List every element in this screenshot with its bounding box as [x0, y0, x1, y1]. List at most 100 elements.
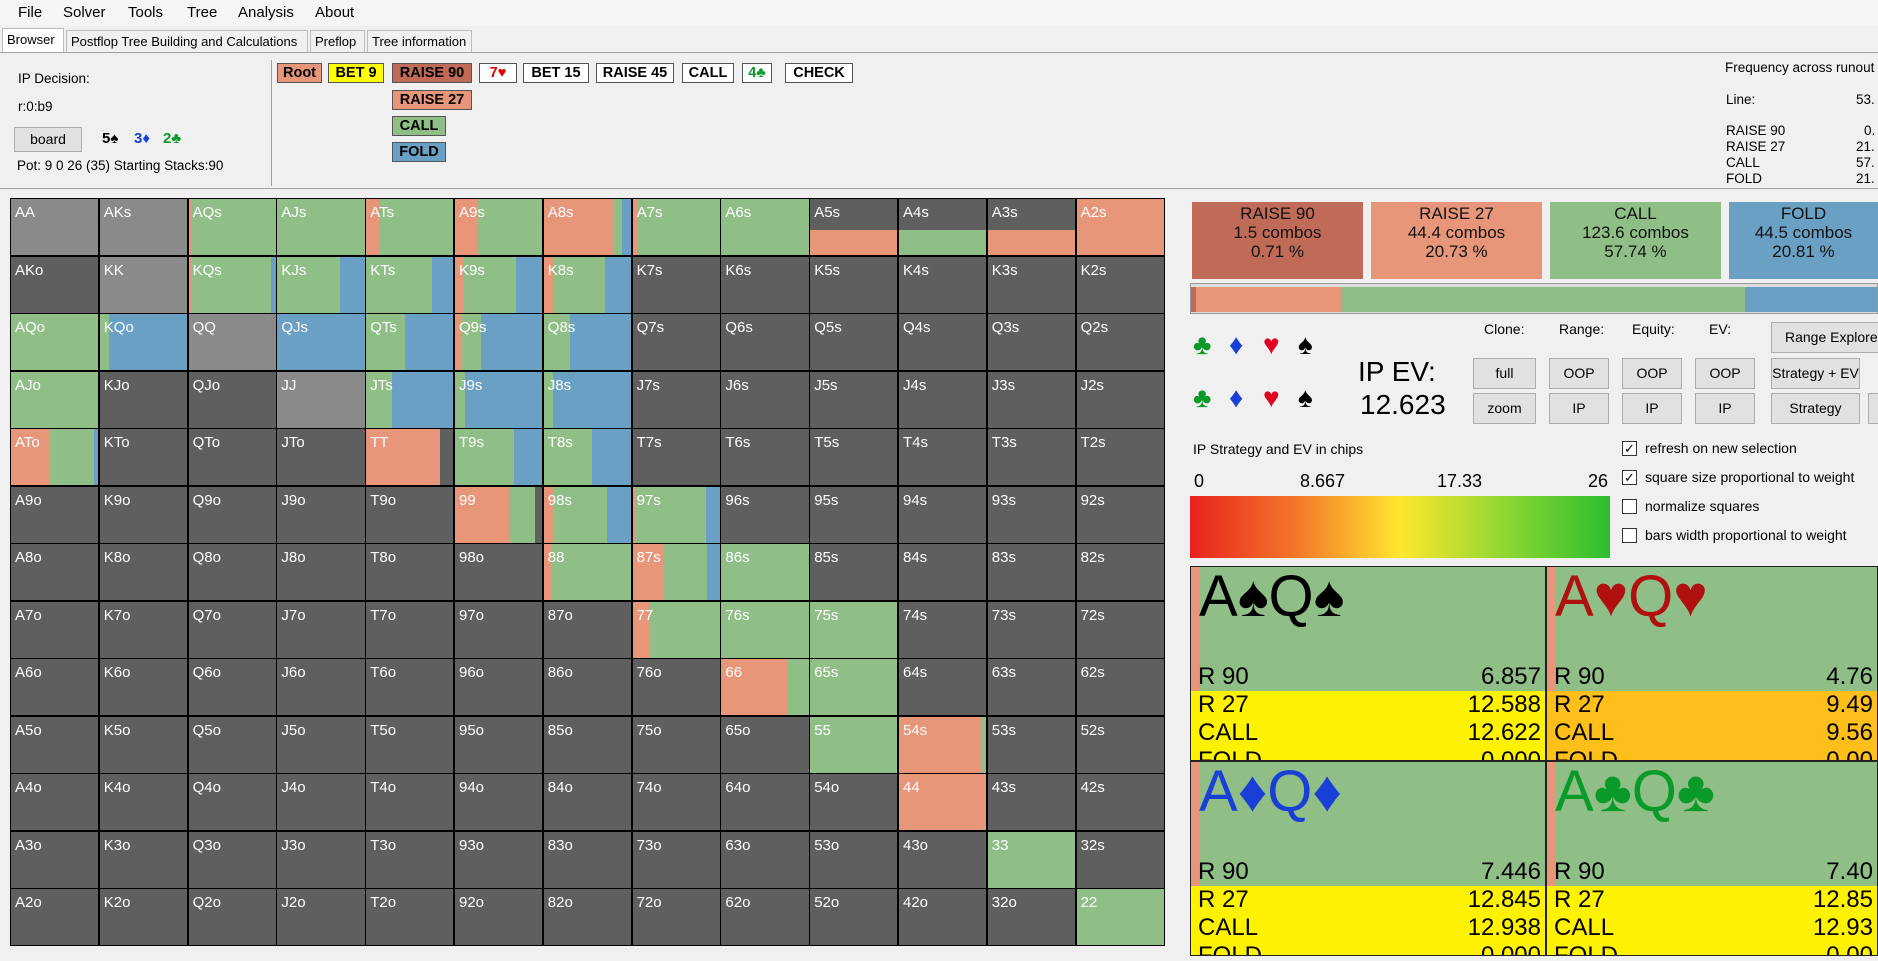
hand-cell[interactable]: 72s	[1076, 601, 1164, 658]
hand-cell[interactable]: 32o	[987, 889, 1076, 945]
option-checkbox[interactable]	[1622, 499, 1637, 514]
hand-cell[interactable]: 98o	[455, 544, 543, 600]
menu-tools[interactable]: Tools	[128, 4, 163, 21]
tab-browser[interactable]: Browser	[2, 28, 64, 52]
hand-cell[interactable]: J7o	[277, 601, 365, 658]
hand-cell[interactable]: Q9s	[455, 314, 543, 370]
hand-cell[interactable]: Q9o	[188, 486, 276, 543]
suit-filter-icon[interactable]: ♦	[1229, 384, 1243, 412]
hand-cell[interactable]: Q6o	[188, 659, 276, 715]
hand-cell[interactable]: T3o	[366, 831, 454, 888]
tree-node-raise45[interactable]: RAISE 45	[596, 63, 674, 83]
hand-cell[interactable]: 43s	[987, 774, 1076, 830]
hand-cell[interactable]: K2s	[1076, 256, 1164, 313]
hand-cell[interactable]: J6o	[277, 659, 365, 715]
hand-cell[interactable]: 92o	[455, 889, 543, 945]
menu-tree[interactable]: Tree	[187, 4, 217, 21]
hand-cell[interactable]: Q2o	[188, 889, 276, 945]
hand-cell[interactable]: 64o	[721, 774, 809, 830]
hand-cell[interactable]: T3s	[987, 429, 1076, 485]
hand-cell[interactable]: 86o	[543, 659, 632, 715]
hand-cell[interactable]: 87o	[543, 601, 632, 658]
hand-cell[interactable]: 65o	[721, 716, 809, 773]
suit-filter-icon[interactable]: ♠	[1298, 384, 1313, 412]
hand-cell[interactable]: J3s	[987, 371, 1076, 428]
hand-cell[interactable]: 32s	[1076, 831, 1164, 888]
hand-cell[interactable]: K7o	[99, 601, 188, 658]
hand-cell[interactable]: 83o	[543, 831, 632, 888]
hand-cell[interactable]: AQo	[11, 314, 99, 370]
hand-cell[interactable]: 82o	[543, 889, 632, 945]
hand-cell[interactable]: A8o	[11, 544, 99, 600]
hand-cell[interactable]: K4s	[899, 256, 987, 313]
hand-cell[interactable]: 54o	[810, 774, 898, 830]
hand-cell[interactable]: 97o	[455, 601, 543, 658]
hand-cell[interactable]: T4s	[899, 429, 987, 485]
hand-cell[interactable]: KTs	[366, 256, 454, 313]
child-raise27[interactable]: RAISE 27	[392, 90, 472, 110]
hand-cell[interactable]: 83s	[987, 544, 1076, 600]
hand-cell[interactable]: K3o	[99, 831, 188, 888]
suit-filter-icon[interactable]: ♥	[1263, 331, 1280, 359]
hand-cell[interactable]: K5s	[810, 256, 898, 313]
hand-cell[interactable]: A7o	[11, 601, 99, 658]
hand-cell[interactable]: 53o	[810, 831, 898, 888]
menu-analysis[interactable]: Analysis	[238, 4, 294, 21]
hand-cell[interactable]: A3o	[11, 831, 99, 888]
tree-node-root[interactable]: Root	[277, 63, 322, 83]
hand-cell[interactable]: A4o	[11, 774, 99, 830]
hand-cell[interactable]: 54s	[899, 716, 987, 773]
hand-cell[interactable]: J2o	[277, 889, 365, 945]
hand-cell[interactable]: JTs	[366, 371, 454, 428]
hand-cell[interactable]: K9o	[99, 486, 188, 543]
menu-file[interactable]: File	[18, 4, 42, 21]
hand-cell[interactable]: A9s	[455, 199, 543, 255]
suit-filter-icon[interactable]: ♥	[1263, 384, 1280, 412]
option-checkbox[interactable]: ✓	[1622, 441, 1637, 456]
hand-cell[interactable]: 93o	[455, 831, 543, 888]
hand-cell[interactable]: T8o	[366, 544, 454, 600]
ev-oop-button[interactable]: OOP	[1695, 358, 1755, 389]
tab-preflop[interactable]: Preflop	[310, 30, 365, 52]
hand-cell[interactable]: A9o	[11, 486, 99, 543]
combo-panel[interactable]: A♥Q♥ R 90 4.76 R 27 9.49 CALL 9.56 FOLD 0.00	[1546, 566, 1878, 761]
hand-cell[interactable]: Q7s	[632, 314, 720, 370]
hand-cell[interactable]: 92s	[1076, 486, 1164, 543]
hand-cell[interactable]: J7s	[632, 371, 720, 428]
hand-cell[interactable]: T2o	[366, 889, 454, 945]
child-call[interactable]: CALL	[392, 116, 446, 136]
tree-node-river-card[interactable]: 4♣	[742, 63, 772, 83]
strategy-button[interactable]: Strategy	[1771, 393, 1860, 424]
hand-cell[interactable]: 86s	[721, 544, 809, 600]
hand-cell[interactable]: K5o	[99, 716, 188, 773]
action-summary-box[interactable]: RAISE 27 44.4 combos 20.73 %	[1371, 202, 1542, 279]
hand-cell[interactable]: 95o	[455, 716, 543, 773]
range-oop-button[interactable]: OOP	[1549, 358, 1609, 389]
hand-cell[interactable]: A5s	[810, 199, 898, 255]
hand-cell[interactable]: KTo	[99, 429, 188, 485]
hand-cell[interactable]: 76o	[632, 659, 720, 715]
hand-cell[interactable]: 62o	[721, 889, 809, 945]
hand-cell[interactable]: Q7o	[188, 601, 276, 658]
hand-cell[interactable]: AKo	[11, 256, 99, 313]
hand-cell[interactable]: 97s	[632, 486, 720, 543]
tree-node-call[interactable]: CALL	[682, 63, 734, 83]
hand-cell[interactable]: A4s	[899, 199, 987, 255]
hand-cell[interactable]: 85o	[543, 716, 632, 773]
hand-cell[interactable]: T5o	[366, 716, 454, 773]
hand-cell[interactable]: KK	[99, 256, 188, 313]
ev-ip-button[interactable]: IP	[1695, 393, 1755, 424]
hand-cell[interactable]: K4o	[99, 774, 188, 830]
option-checkbox[interactable]	[1622, 528, 1637, 543]
hand-cell[interactable]: 84o	[543, 774, 632, 830]
combo-panel[interactable]: A♣Q♣ R 90 7.40 R 27 12.85 CALL 12.93 FOLD 0.00	[1546, 761, 1878, 956]
hand-cell[interactable]: 73s	[987, 601, 1076, 658]
hand-cell[interactable]: A2o	[11, 889, 99, 945]
hand-cell[interactable]: T5s	[810, 429, 898, 485]
hand-cell[interactable]: Q6s	[721, 314, 809, 370]
hand-cell[interactable]: 96o	[455, 659, 543, 715]
hand-cell[interactable]: A6o	[11, 659, 99, 715]
hand-cell[interactable]: T6s	[721, 429, 809, 485]
hand-cell[interactable]: K6o	[99, 659, 188, 715]
hand-cell[interactable]: 52o	[810, 889, 898, 945]
